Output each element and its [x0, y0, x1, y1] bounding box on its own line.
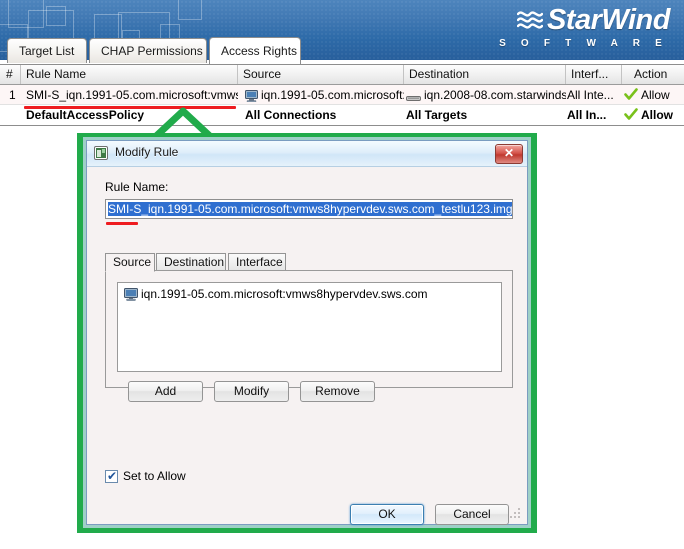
monitor-icon [124, 288, 138, 304]
button-label: Modify [233, 384, 270, 398]
cell-text: All Inte... [567, 88, 614, 102]
source-list[interactable]: iqn.1991-05.com.microsoft:vmws8hypervdev… [117, 282, 502, 372]
remove-button[interactable]: Remove [300, 381, 375, 402]
resize-grip[interactable] [510, 508, 522, 520]
button-label: Remove [315, 384, 360, 398]
cell-text: 1 [9, 88, 16, 102]
main-tabstrip: Target List CHAP Permissions Access Righ… [0, 37, 684, 64]
cell-action: Allow [622, 105, 684, 125]
tab-access-rights[interactable]: Access Rights [209, 37, 301, 64]
column-header-label: Rule Name [26, 67, 87, 81]
tab-label: Target List [19, 44, 75, 58]
column-header-interface[interactable]: Interf... [566, 65, 622, 84]
tab-destination[interactable]: Destination [156, 253, 226, 271]
cell-text: Allow [641, 108, 673, 122]
cell-number: 1 [0, 85, 21, 105]
cell-destination: All Targets [404, 105, 566, 125]
column-header-source[interactable]: Source [238, 65, 404, 84]
cell-text: iqn.1991-05.com.microsoft:vn [261, 88, 404, 102]
column-header-label: Source [243, 67, 282, 81]
column-header-label: # [6, 67, 13, 81]
cell-number [0, 105, 21, 125]
tab-chap-permissions[interactable]: CHAP Permissions [89, 38, 207, 63]
grid-header-row: # Rule Name Source Destination Interf...… [0, 65, 684, 85]
button-label: Cancel [453, 507, 491, 521]
cell-interface: All In... [566, 105, 622, 125]
red-underline-annotation-dialog [106, 222, 138, 225]
close-icon[interactable]: ✕ [495, 144, 523, 164]
modify-rule-dialog: Modify Rule ✕ Rule Name: SMI-S_iqn.1991-… [86, 140, 528, 525]
column-header-destination[interactable]: Destination [404, 65, 566, 84]
cell-interface: All Inte... [566, 85, 622, 105]
cell-rule-name: SMI-S_iqn.1991-05.com.microsoft:vmws8... [21, 85, 238, 105]
add-button[interactable]: Add [128, 381, 203, 402]
cell-source: All Connections [240, 105, 404, 125]
rule-name-input[interactable]: SMI-S_iqn.1991-05.com.microsoft:vmws8hyp… [105, 199, 513, 219]
row-divider [0, 125, 684, 126]
monitor-icon [245, 88, 258, 105]
column-header-label: Action [634, 67, 668, 81]
cell-text: All Targets [406, 108, 468, 122]
tab-label: CHAP Permissions [101, 44, 203, 58]
ok-button[interactable]: OK [350, 504, 424, 525]
app-window: StarWind S O F T W A R E Target List CHA… [0, 0, 684, 549]
list-item-label: iqn.1991-05.com.microsoft:vmws8hypervdev… [141, 287, 428, 301]
tab-target-list[interactable]: Target List [7, 38, 87, 63]
column-header-action[interactable]: Action [622, 65, 684, 84]
button-label: OK [378, 507, 396, 521]
dialog-title: Modify Rule [115, 145, 179, 159]
tab-label: Access Rights [221, 44, 298, 58]
button-label: Add [154, 384, 177, 398]
check-icon [624, 107, 638, 125]
cell-source: iqn.1991-05.com.microsoft:vn [240, 85, 404, 105]
check-icon [624, 87, 638, 105]
source-tab-panel: iqn.1991-05.com.microsoft:vmws8hypervdev… [105, 270, 513, 402]
cell-text: All Connections [245, 108, 337, 122]
dialog-titlebar[interactable]: Modify Rule ✕ [87, 141, 527, 167]
cell-destination: iqn.2008-08.com.starwindsc [404, 85, 566, 105]
rule-name-input-value: SMI-S_iqn.1991-05.com.microsoft:vmws8hyp… [108, 202, 513, 216]
logo-wordmark: StarWind [499, 4, 671, 36]
cell-action: Allow [622, 85, 684, 105]
set-to-allow-checkbox[interactable]: ✔ [105, 470, 118, 483]
cell-text: DefaultAccessPolicy [26, 108, 145, 122]
rule-name-label: Rule Name: [105, 180, 169, 194]
set-to-allow-label: Set to Allow [123, 469, 186, 483]
dialog-body: Rule Name: SMI-S_iqn.1991-05.com.microso… [87, 166, 527, 525]
cell-text: Allow [641, 88, 670, 102]
column-header-rule-name[interactable]: Rule Name [21, 65, 238, 84]
column-header-number[interactable]: # [0, 65, 21, 84]
modify-button[interactable]: Modify [214, 381, 289, 402]
window-icon [94, 146, 108, 160]
device-icon [406, 88, 421, 105]
cell-text: SMI-S_iqn.1991-05.com.microsoft:vmws8... [26, 88, 238, 102]
tab-interface[interactable]: Interface [228, 253, 286, 271]
dialog-tabstrip: Source Destination Interface [105, 253, 513, 272]
list-item[interactable]: iqn.1991-05.com.microsoft:vmws8hypervdev… [124, 287, 428, 304]
tab-label: Interface [236, 255, 283, 269]
wave-icon [516, 7, 544, 36]
tab-source[interactable]: Source [105, 253, 155, 272]
table-row[interactable]: 1 SMI-S_iqn.1991-05.com.microsoft:vmws8.… [0, 85, 684, 105]
column-header-label: Interf... [571, 67, 609, 81]
logo-text: StarWind [546, 4, 671, 36]
tab-label: Source [113, 255, 152, 269]
check-icon: ✔ [107, 469, 118, 483]
column-header-label: Destination [409, 67, 470, 81]
cell-text: iqn.2008-08.com.starwindsc [424, 88, 566, 102]
cancel-button[interactable]: Cancel [435, 504, 509, 525]
banner-decor-square [178, 0, 202, 20]
banner-decor-square [46, 6, 66, 26]
tab-label: Destination [164, 255, 225, 269]
cell-text: All In... [567, 108, 607, 122]
